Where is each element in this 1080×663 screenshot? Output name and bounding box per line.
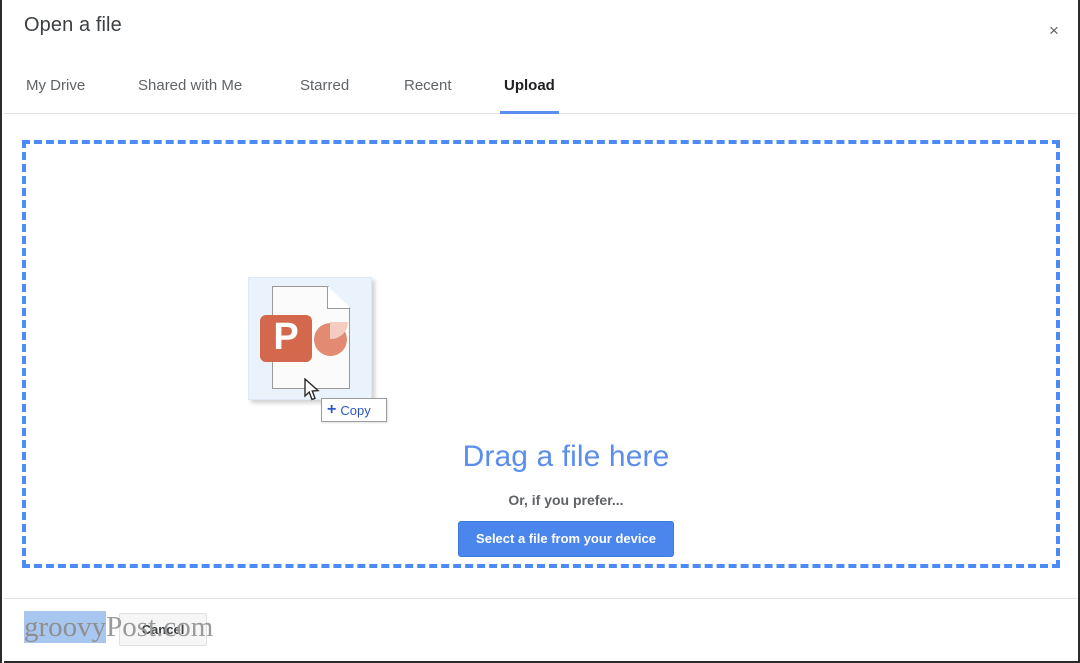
- cancel-button[interactable]: Cancel: [119, 613, 207, 646]
- dialog-header: Open a file × My Drive Shared with Me St…: [4, 0, 1078, 114]
- tab-upload[interactable]: Upload: [504, 68, 555, 114]
- dropzone-subtext: Or, if you prefer...: [434, 492, 698, 508]
- tab-my-drive[interactable]: My Drive: [26, 68, 85, 114]
- close-icon[interactable]: ×: [1040, 16, 1068, 44]
- open-a-file-dialog: Open a file × My Drive Shared with Me St…: [0, 0, 1080, 663]
- select-file-button[interactable]: Select a file from your device: [458, 521, 674, 557]
- page-title: Open a file: [24, 14, 122, 37]
- drop-effect-label: Copy: [340, 404, 370, 417]
- tab-strip: My Drive Shared with Me Starred Recent U…: [4, 68, 1078, 114]
- tab-recent[interactable]: Recent: [404, 68, 452, 114]
- file-dropzone[interactable]: Drag a file here Or, if you prefer... Se…: [22, 140, 1060, 568]
- powerpoint-letter-p: P: [260, 315, 312, 362]
- dragged-file-ghost[interactable]: P: [248, 277, 372, 400]
- tab-shared-with-me[interactable]: Shared with Me: [138, 68, 242, 114]
- drop-effect-copy-badge: + Copy: [321, 398, 387, 422]
- powerpoint-file-icon: P: [260, 315, 312, 362]
- tab-starred[interactable]: Starred: [300, 68, 349, 114]
- dropzone-prompt: Drag a file here Or, if you prefer... Se…: [434, 440, 698, 557]
- plus-icon: +: [327, 402, 336, 418]
- dropzone-headline: Drag a file here: [434, 440, 698, 474]
